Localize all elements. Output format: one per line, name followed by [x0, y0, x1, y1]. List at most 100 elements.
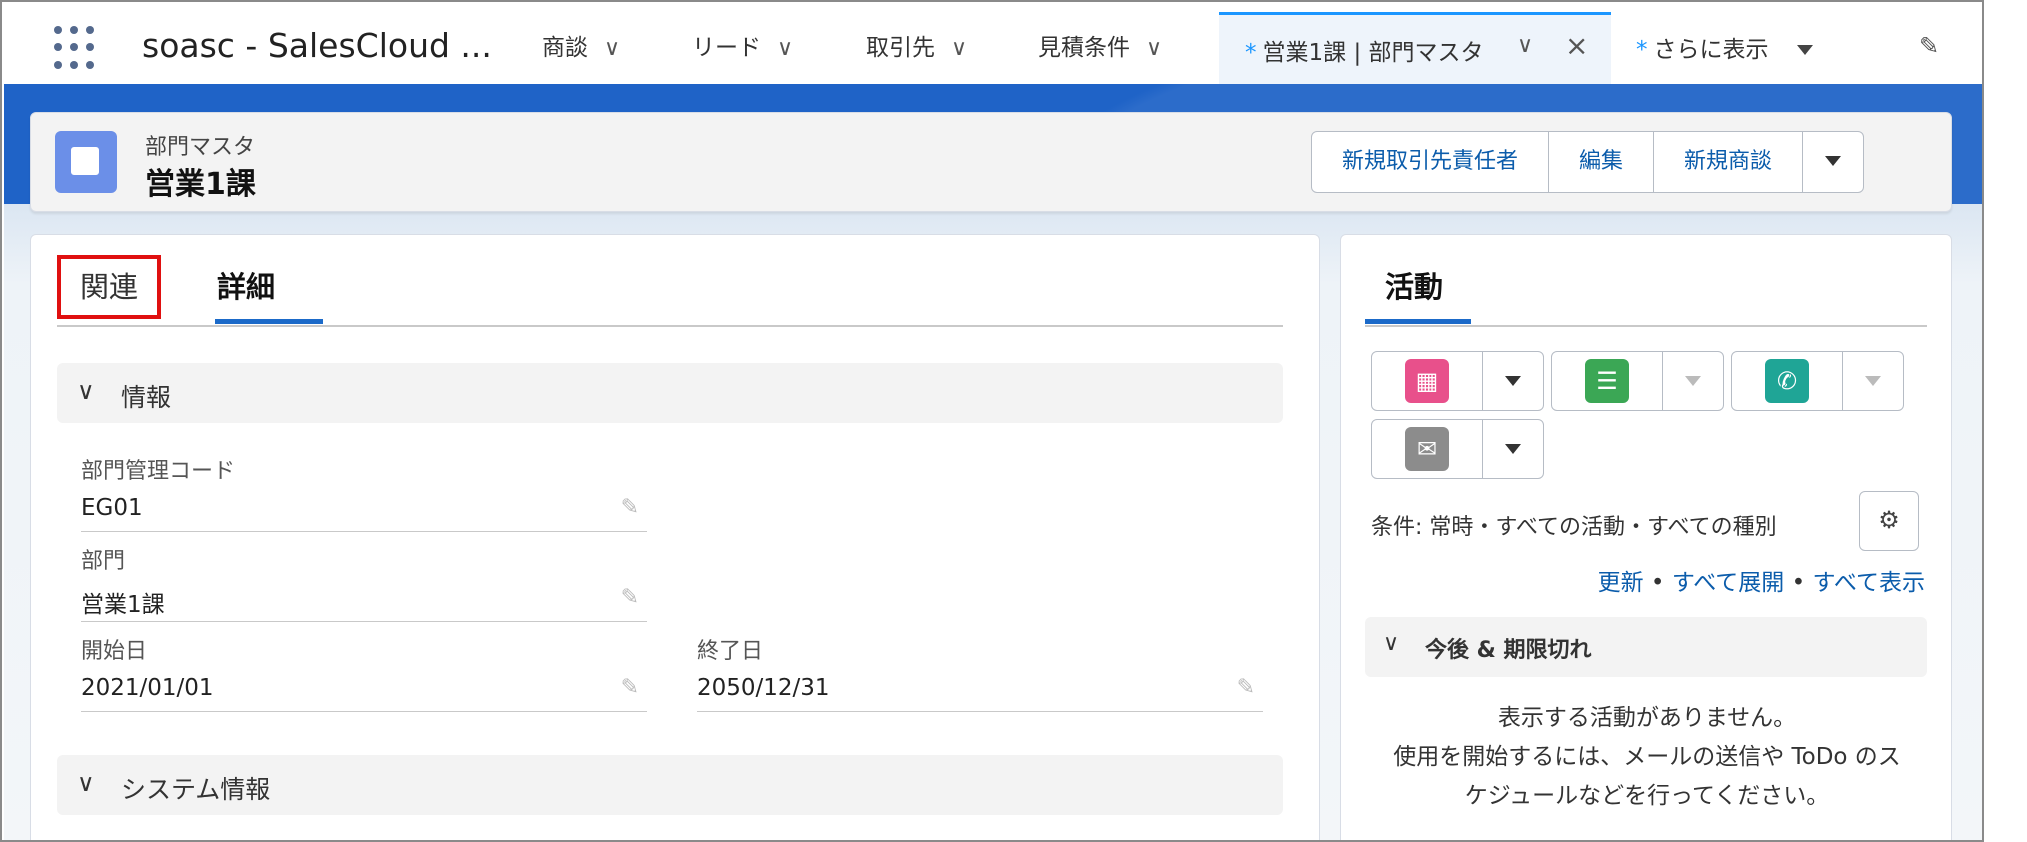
field-value-text: 2021/01/01	[81, 675, 214, 701]
record-detail-card: 関連 詳細 ∨ 情報 部門管理コード EG01 ✎ 部門 営業1課 ✎ 開始日 20…	[30, 234, 1320, 840]
header-actions: 新規取引先責任者 編集 新規商談	[1311, 131, 1865, 193]
field-label: 開始日	[81, 639, 148, 664]
log-call-button[interactable]: ✆	[1731, 351, 1904, 411]
field-label: 部門	[81, 549, 126, 574]
edit-nav-pencil-icon[interactable]: ✎	[1919, 32, 1939, 60]
calendar-icon: ▦	[1405, 359, 1449, 403]
nav-item-label: リード	[692, 35, 761, 61]
app-frame: soasc - SalesCloud ... 商談 ∨ リード ∨ 取引先 ∨ 見積条…	[0, 0, 1984, 842]
email-menu-button[interactable]	[1483, 420, 1543, 478]
active-tab-underline	[215, 319, 323, 324]
email-icon: ✉	[1405, 427, 1449, 471]
chevron-down-icon[interactable]: ∨	[604, 36, 620, 61]
section-title: システム情報	[121, 775, 271, 804]
detail-tabs: 関連 詳細	[57, 255, 1283, 327]
tab-related[interactable]: 関連	[57, 255, 161, 319]
log-call-menu-button[interactable]	[1843, 352, 1903, 410]
app-name: soasc - SalesCloud ...	[142, 26, 492, 65]
show-all-link[interactable]: すべて表示	[1813, 570, 1925, 596]
field-value-text: 営業1課	[81, 592, 165, 618]
caret-down-icon	[1865, 376, 1881, 386]
new-contact-button[interactable]: 新規取引先責任者	[1312, 132, 1550, 192]
refresh-link[interactable]: 更新	[1598, 570, 1644, 596]
new-event-menu-button[interactable]	[1483, 352, 1543, 410]
app-launcher-icon[interactable]	[54, 26, 98, 70]
field-end-date: 終了日 2050/12/31 ✎	[697, 633, 1263, 712]
new-task-menu-button[interactable]	[1663, 352, 1723, 410]
tab-active-record[interactable]: * 営業1課 | 部門マスタ ∨ ×	[1219, 12, 1611, 86]
chevron-down-icon[interactable]: ∨	[951, 36, 967, 61]
pencil-icon[interactable]: ✎	[621, 495, 639, 520]
active-tab-label: 営業1課 | 部門マスタ	[1262, 40, 1484, 66]
field-department: 部門 営業1課 ✎	[81, 543, 647, 622]
nav-item-quote-terms[interactable]: 見積条件 ∨	[1038, 28, 1162, 62]
field-value: 2050/12/31 ✎	[697, 675, 1263, 712]
activity-filter-text: 条件: 常時・すべての活動・すべての種別	[1371, 515, 1777, 540]
nav-item-opportunities[interactable]: 商談 ∨	[542, 28, 620, 62]
chevron-down-icon[interactable]: ∨	[1517, 33, 1533, 58]
empty-line: ケジュールなどを行ってください。	[1464, 783, 1830, 809]
separator: •	[1643, 570, 1672, 596]
nav-item-leads[interactable]: リード ∨	[692, 28, 793, 62]
object-label: 部門マスタ	[145, 135, 256, 160]
field-label: 終了日	[697, 639, 764, 664]
empty-line: 表示する活動がありません。	[1497, 705, 1797, 731]
phone-icon: ✆	[1765, 359, 1809, 403]
field-label: 部門管理コード	[81, 459, 236, 484]
tab-details[interactable]: 詳細	[217, 255, 275, 325]
field-value-text: 2050/12/31	[697, 675, 830, 701]
section-upcoming-overdue[interactable]: ∨ 今後 & 期限切れ	[1365, 617, 1927, 677]
new-event-button[interactable]: ▦	[1371, 351, 1544, 411]
close-icon[interactable]: ×	[1565, 29, 1588, 62]
activity-tabs: 活動	[1365, 255, 1927, 327]
field-dept-code: 部門管理コード EG01 ✎	[81, 453, 647, 532]
active-tab-underline	[1365, 319, 1471, 324]
caret-down-icon	[1505, 444, 1521, 454]
field-value: 2021/01/01 ✎	[81, 675, 647, 712]
pencil-icon[interactable]: ✎	[1237, 675, 1255, 700]
nav-item-label: 取引先	[866, 35, 935, 61]
caret-down-icon	[1505, 376, 1521, 386]
nav-item-label: 商談	[542, 35, 588, 61]
task-list-icon: ☰	[1585, 359, 1629, 403]
section-title: 情報	[121, 383, 172, 412]
chevron-down-icon: ∨	[77, 377, 95, 405]
tab-activity[interactable]: 活動	[1385, 255, 1443, 319]
tab-more[interactable]: * さらに表示	[1636, 30, 1813, 64]
unsaved-marker: *	[1245, 40, 1257, 66]
field-value: EG01 ✎	[81, 495, 647, 532]
caret-down-icon	[1825, 156, 1842, 166]
new-opportunity-button[interactable]: 新規商談	[1654, 132, 1804, 192]
record-header: 部門マスタ 営業1課 新規取引先責任者 編集 新規商談	[30, 112, 1952, 212]
pencil-icon[interactable]: ✎	[621, 585, 639, 610]
new-task-button[interactable]: ☰	[1551, 351, 1724, 411]
top-navigation: soasc - SalesCloud ... 商談 ∨ リード ∨ 取引先 ∨ 見積条…	[4, 4, 1982, 86]
more-actions-button[interactable]	[1803, 132, 1863, 192]
field-value-text: EG01	[81, 495, 143, 521]
expand-all-link[interactable]: すべて展開	[1672, 570, 1784, 596]
section-system-info[interactable]: ∨ システム情報	[57, 755, 1283, 815]
more-tab-label: さらに表示	[1653, 37, 1769, 63]
empty-line: 使用を開始するには、メールの送信や ToDo のス	[1393, 744, 1901, 770]
chevron-down-icon[interactable]: ∨	[1146, 36, 1162, 61]
section-title: 今後 & 期限切れ	[1425, 638, 1592, 663]
chevron-down-icon: ∨	[1383, 631, 1400, 656]
filter-settings-gear-icon[interactable]: ⚙	[1859, 491, 1919, 551]
record-title: 営業1課	[145, 167, 256, 202]
pencil-icon[interactable]: ✎	[621, 675, 639, 700]
record-type-icon	[55, 131, 117, 193]
activity-card: 活動 ▦ ☰ ✆ ✉ 条件: 常時・すべての活動・すべての種別 ⚙ 更新 • す…	[1340, 234, 1952, 840]
email-button[interactable]: ✉	[1371, 419, 1544, 479]
caret-down-icon	[1796, 45, 1813, 55]
chevron-down-icon: ∨	[77, 769, 95, 797]
separator: •	[1784, 570, 1813, 596]
field-value: 営業1課 ✎	[81, 585, 647, 622]
nav-item-label: 見積条件	[1038, 35, 1130, 61]
activity-links: 更新 • すべて展開 • すべて表示	[1598, 563, 1925, 597]
section-info[interactable]: ∨ 情報	[57, 363, 1283, 423]
caret-down-icon	[1685, 376, 1701, 386]
unsaved-marker: *	[1636, 37, 1648, 63]
chevron-down-icon[interactable]: ∨	[777, 36, 793, 61]
edit-button[interactable]: 編集	[1549, 132, 1655, 192]
nav-item-accounts[interactable]: 取引先 ∨	[866, 28, 967, 62]
